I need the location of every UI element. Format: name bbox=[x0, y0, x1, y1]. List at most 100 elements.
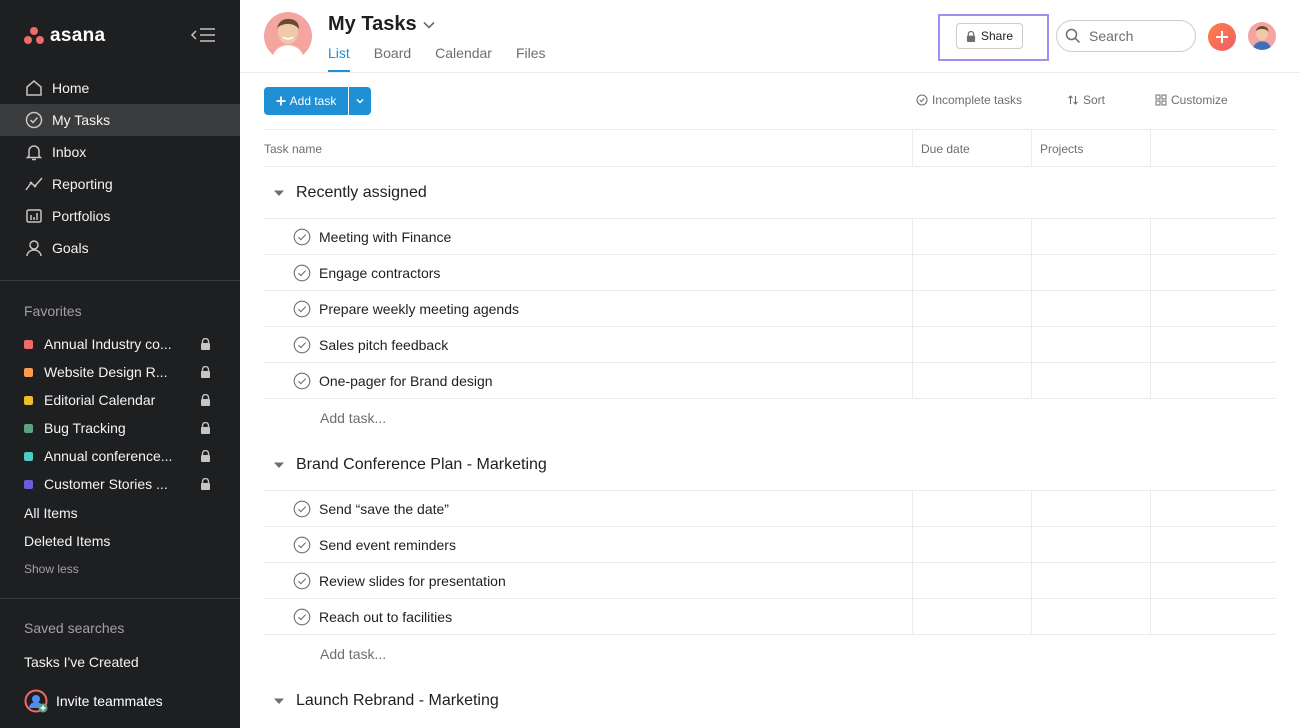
avatar[interactable] bbox=[264, 12, 312, 60]
project-color-dot bbox=[24, 423, 33, 433]
table-row[interactable]: Send “save the date” bbox=[264, 491, 1276, 527]
table-row[interactable]: Meeting with Finance bbox=[264, 219, 1276, 255]
complete-task-checkbox-icon[interactable] bbox=[293, 336, 311, 354]
app-name: asana bbox=[50, 25, 106, 46]
sidebar-item-label: Goals bbox=[52, 240, 89, 256]
favorite-item[interactable]: Website Design R... bbox=[0, 358, 240, 386]
column-divider bbox=[1031, 219, 1032, 254]
column-header-due-date[interactable]: Due date bbox=[921, 142, 970, 156]
section-title: Recently assigned bbox=[296, 183, 427, 201]
collapse-sidebar-icon[interactable] bbox=[190, 26, 216, 44]
table-row[interactable]: Sales pitch feedback bbox=[264, 327, 1276, 363]
sidebar: asana Home My Tasks Inbox Reporting Port… bbox=[0, 0, 240, 728]
plus-icon bbox=[1216, 31, 1228, 43]
favorite-item[interactable]: Editorial Calendar bbox=[0, 386, 240, 414]
table-row[interactable]: One-pager for Brand design bbox=[264, 363, 1276, 399]
complete-task-checkbox-icon[interactable] bbox=[293, 372, 311, 390]
check-circle-icon bbox=[916, 94, 928, 106]
search-input[interactable] bbox=[1089, 28, 1189, 44]
complete-task-checkbox-icon[interactable] bbox=[293, 608, 311, 626]
table-row[interactable]: Send event reminders bbox=[264, 527, 1276, 563]
complete-task-checkbox-icon[interactable] bbox=[293, 536, 311, 554]
saved-search-item[interactable]: Tasks I've Created bbox=[24, 654, 139, 670]
favorite-label: Customer Stories ... bbox=[44, 476, 168, 492]
tab-calendar[interactable]: Calendar bbox=[435, 45, 492, 72]
complete-task-checkbox-icon[interactable] bbox=[293, 228, 311, 246]
sidebar-item-home[interactable]: Home bbox=[0, 72, 240, 104]
column-divider bbox=[1031, 291, 1032, 326]
sidebar-item-label: My Tasks bbox=[52, 112, 111, 128]
tab-files[interactable]: Files bbox=[516, 45, 546, 72]
sidebar-item-reporting[interactable]: Reporting bbox=[0, 168, 240, 200]
task-name[interactable]: Reach out to facilities bbox=[319, 609, 452, 625]
invite-teammates-button[interactable]: Invite teammates bbox=[0, 684, 240, 718]
favorite-item[interactable]: Customer Stories ... bbox=[0, 470, 240, 498]
task-name[interactable]: Send “save the date” bbox=[319, 501, 449, 517]
column-divider bbox=[1031, 255, 1032, 290]
task-name[interactable]: Sales pitch feedback bbox=[319, 337, 448, 353]
table-header: Task name Due date Projects bbox=[264, 129, 1276, 167]
customize-button[interactable]: Customize bbox=[1155, 93, 1228, 107]
caret-down-icon[interactable] bbox=[274, 188, 284, 198]
customize-icon bbox=[1155, 94, 1167, 106]
sidebar-item-portfolios[interactable]: Portfolios bbox=[0, 200, 240, 232]
task-name[interactable]: Prepare weekly meeting agends bbox=[319, 301, 519, 317]
column-divider bbox=[912, 255, 913, 290]
asana-logo[interactable]: asana bbox=[24, 22, 105, 50]
table-row[interactable]: Prepare weekly meeting agends bbox=[264, 291, 1276, 327]
add-task-inline[interactable]: Add task... bbox=[320, 646, 386, 662]
search-box[interactable] bbox=[1056, 20, 1196, 52]
profile-avatar[interactable] bbox=[1248, 22, 1276, 50]
column-header-task-name[interactable]: Task name bbox=[264, 142, 322, 156]
column-divider bbox=[912, 130, 913, 166]
caret-down-icon[interactable] bbox=[274, 696, 284, 706]
add-task-inline[interactable]: Add task... bbox=[320, 410, 386, 426]
chevron-down-icon[interactable] bbox=[422, 18, 436, 32]
favorite-item[interactable]: Annual Industry co... bbox=[0, 330, 240, 358]
show-less-link[interactable]: Show less bbox=[24, 562, 79, 576]
column-header-projects[interactable]: Projects bbox=[1040, 142, 1083, 156]
incomplete-tasks-filter[interactable]: Incomplete tasks bbox=[916, 93, 1022, 107]
section-header[interactable]: Launch Rebrand - Marketing bbox=[264, 675, 1276, 727]
table-row[interactable]: Review slides for presentation bbox=[264, 563, 1276, 599]
favorite-label: Bug Tracking bbox=[44, 420, 126, 436]
invite-teammates-label: Invite teammates bbox=[56, 693, 163, 709]
task-name[interactable]: One-pager for Brand design bbox=[319, 373, 493, 389]
sidebar-item-inbox[interactable]: Inbox bbox=[0, 136, 240, 168]
sidebar-item-my-tasks[interactable]: My Tasks bbox=[0, 104, 240, 136]
all-items-link[interactable]: All Items bbox=[24, 505, 78, 521]
tab-board[interactable]: Board bbox=[374, 45, 411, 72]
table-row[interactable]: Engage contractors bbox=[264, 255, 1276, 291]
column-divider bbox=[1150, 563, 1151, 598]
add-task-button[interactable]: Add task bbox=[264, 87, 348, 115]
add-task-label: Add task bbox=[289, 94, 337, 108]
sort-button[interactable]: Sort bbox=[1067, 93, 1105, 107]
column-divider bbox=[1031, 599, 1032, 634]
plus-icon bbox=[276, 96, 286, 106]
complete-task-checkbox-icon[interactable] bbox=[293, 500, 311, 518]
task-name[interactable]: Review slides for presentation bbox=[319, 573, 506, 589]
favorite-item[interactable]: Bug Tracking bbox=[0, 414, 240, 442]
favorites-heading: Favorites bbox=[24, 303, 82, 319]
favorite-item[interactable]: Annual conference... bbox=[0, 442, 240, 470]
sidebar-item-goals[interactable]: Goals bbox=[0, 232, 240, 264]
section-header[interactable]: Recently assigned bbox=[264, 167, 1276, 219]
section-header[interactable]: Brand Conference Plan - Marketing bbox=[264, 439, 1276, 491]
task-name[interactable]: Send event reminders bbox=[319, 537, 456, 553]
complete-task-checkbox-icon[interactable] bbox=[293, 300, 311, 318]
lock-icon bbox=[966, 30, 976, 42]
complete-task-checkbox-icon[interactable] bbox=[293, 572, 311, 590]
task-name[interactable]: Engage contractors bbox=[319, 265, 440, 281]
add-task-dropdown-button[interactable] bbox=[349, 87, 371, 115]
share-button[interactable]: Share bbox=[956, 23, 1023, 49]
search-icon bbox=[1065, 28, 1081, 44]
task-name[interactable]: Meeting with Finance bbox=[319, 229, 451, 245]
table-row[interactable]: Reach out to facilities bbox=[264, 599, 1276, 635]
favorite-label: Annual conference... bbox=[44, 448, 173, 464]
quick-add-button[interactable] bbox=[1208, 23, 1236, 51]
tab-list[interactable]: List bbox=[328, 45, 350, 72]
caret-down-icon[interactable] bbox=[274, 460, 284, 470]
complete-task-checkbox-icon[interactable] bbox=[293, 264, 311, 282]
column-divider bbox=[912, 491, 913, 526]
deleted-items-link[interactable]: Deleted Items bbox=[24, 533, 110, 549]
